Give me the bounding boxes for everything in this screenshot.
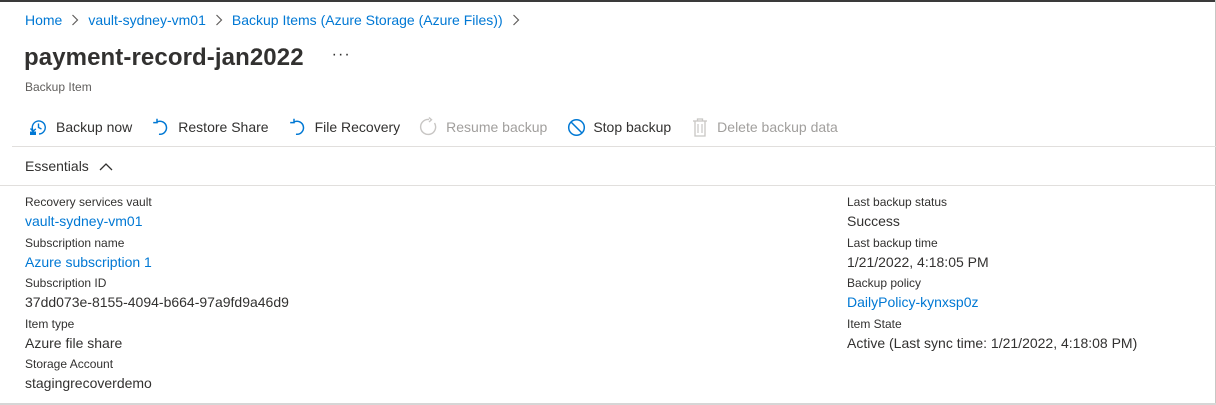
recovery-vault-link[interactable]: vault-sydney-vm01 <box>25 212 152 230</box>
subscription-name-link[interactable]: Azure subscription 1 <box>25 253 152 271</box>
restore-share-button[interactable]: Restore Share <box>150 116 269 138</box>
delete-backup-data-label: Delete backup data <box>717 119 838 135</box>
file-recovery-label: File Recovery <box>314 119 401 135</box>
backup-now-button[interactable]: Backup now <box>28 116 132 138</box>
field-label: Storage Account <box>25 357 114 371</box>
resume-backup-label: Resume backup <box>446 119 548 135</box>
subscription-id-value: 37dd073e-8155-4094-b664-97a9fd9a46d9 <box>25 294 289 310</box>
more-options-button[interactable]: ··· <box>332 46 351 64</box>
command-bar: Backup now Restore Share File Recovery R… <box>28 114 856 140</box>
field-item-state: Item State Active (Last sync time: 1/21/… <box>847 317 1137 352</box>
item-state-value: Active (Last sync time: 1/21/2022, 4:18:… <box>847 335 1138 351</box>
essentials-toggle[interactable]: Essentials <box>25 158 113 174</box>
field-label: Subscription name <box>25 236 125 250</box>
field-item-type: Item type Azure file share <box>25 317 122 352</box>
field-label: Last backup time <box>847 236 938 250</box>
breadcrumb: Home vault-sydney-vm01 Backup Items (Azu… <box>25 12 529 28</box>
field-label: Last backup status <box>847 195 948 209</box>
file-recovery-button[interactable]: File Recovery <box>287 116 401 138</box>
chevron-right-icon <box>71 14 79 26</box>
refresh-icon <box>418 116 440 138</box>
field-label: Item type <box>25 317 75 331</box>
stop-icon <box>565 116 587 138</box>
storage-account-value: stagingrecoverdemo <box>25 375 152 391</box>
breadcrumb-home[interactable]: Home <box>25 12 62 28</box>
backup-now-icon <box>28 116 50 138</box>
field-label: Item State <box>847 317 902 331</box>
restore-icon <box>287 116 309 138</box>
resume-backup-button[interactable]: Resume backup <box>418 116 547 138</box>
divider <box>12 146 1216 147</box>
restore-icon <box>150 116 172 138</box>
chevron-right-icon <box>215 14 223 26</box>
restore-share-label: Restore Share <box>178 119 269 135</box>
field-last-backup-time: Last backup time 1/21/2022, 4:18:05 PM <box>847 236 989 271</box>
stop-backup-button[interactable]: Stop backup <box>565 116 671 138</box>
field-subscription-name: Subscription name Azure subscription 1 <box>25 236 152 271</box>
page-subtitle: Backup Item <box>25 80 92 94</box>
field-storage-account: Storage Account stagingrecoverdemo <box>25 357 152 392</box>
backup-now-label: Backup now <box>56 119 133 135</box>
field-backup-policy: Backup policy DailyPolicy-kynxsp0z <box>847 276 978 311</box>
last-backup-status-value: Success <box>847 213 900 229</box>
field-subscription-id: Subscription ID 37dd073e-8155-4094-b664-… <box>25 276 289 311</box>
field-label: Subscription ID <box>25 276 107 290</box>
field-label: Backup policy <box>847 276 922 290</box>
breadcrumb-vault[interactable]: vault-sydney-vm01 <box>88 12 206 28</box>
backup-policy-link[interactable]: DailyPolicy-kynxsp0z <box>847 293 978 311</box>
field-label: Recovery services vault <box>25 195 152 209</box>
last-backup-time-value: 1/21/2022, 4:18:05 PM <box>847 254 989 270</box>
field-recovery-vault: Recovery services vault vault-sydney-vm0… <box>25 195 152 230</box>
page-title: payment-record-jan2022 <box>24 44 304 71</box>
title-row: payment-record-jan2022 ··· <box>24 44 351 72</box>
item-type-value: Azure file share <box>25 335 123 351</box>
field-last-backup-status: Last backup status Success <box>847 195 947 230</box>
divider <box>0 185 1216 186</box>
delete-backup-data-button[interactable]: Delete backup data <box>689 116 838 138</box>
trash-icon <box>689 116 711 138</box>
essentials-label: Essentials <box>25 158 89 174</box>
top-border <box>0 0 1216 2</box>
stop-backup-label: Stop backup <box>593 119 672 135</box>
chevron-right-icon <box>512 14 520 26</box>
breadcrumb-backup-items[interactable]: Backup Items (Azure Storage (Azure Files… <box>232 12 503 28</box>
chevron-up-icon <box>99 162 113 171</box>
